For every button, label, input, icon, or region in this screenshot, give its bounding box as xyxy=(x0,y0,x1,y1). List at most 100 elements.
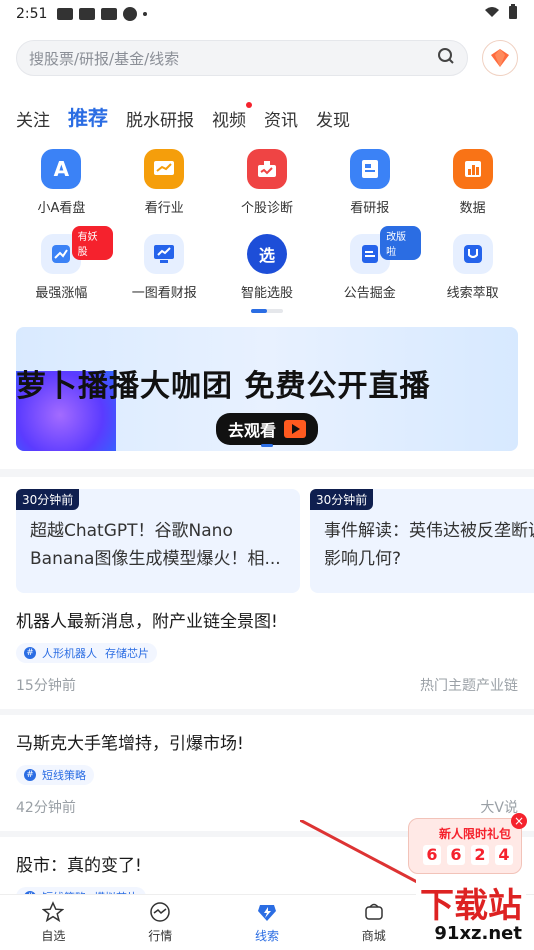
countdown: 6 6 2 4 xyxy=(423,845,513,865)
nav-label: 商城 xyxy=(361,929,386,943)
banner-pager xyxy=(261,444,273,447)
watch-button[interactable]: 去观看 xyxy=(216,413,319,445)
search-input[interactable]: 搜股票/研报/基金/线索 xyxy=(16,40,468,76)
card-text: 超越ChatGPT！谷歌Nano Banana图像生成模型爆火！相... xyxy=(30,521,281,569)
tab-recommend[interactable]: 推荐 xyxy=(68,102,108,131)
shortcut-label: 看研报 xyxy=(350,201,390,216)
star-icon xyxy=(42,901,65,923)
message-icon xyxy=(79,8,96,20)
watermark-en: 91xz.net xyxy=(430,923,526,944)
shortcut-label: 最强涨幅 xyxy=(35,286,88,301)
item-time: 15分钟前 xyxy=(16,678,76,694)
nav-mall[interactable]: 商城 xyxy=(320,895,427,950)
compass-icon xyxy=(123,7,138,21)
message-icon xyxy=(57,8,74,20)
tab-follow[interactable]: 关注 xyxy=(16,106,50,131)
site-watermark: 下载站 91xz.net xyxy=(416,878,526,944)
section-divider xyxy=(0,469,534,477)
gift-label: 新人限时礼包 xyxy=(438,827,511,841)
topic-tag[interactable]: # 短线策略 xyxy=(16,765,94,785)
pager-bar xyxy=(251,309,283,313)
diamond-icon xyxy=(491,49,509,67)
top-tabs: 关注 推荐 脱水研报 视频 资讯 发现 xyxy=(0,76,534,131)
item-meta: 42分钟前 大V说 xyxy=(16,797,518,817)
watch-label: 去观看 xyxy=(228,421,277,440)
briefcase-icon xyxy=(246,149,287,189)
tab-news[interactable]: 资讯 xyxy=(264,106,298,131)
letter-a-icon: A xyxy=(41,149,82,189)
shortcut-announcements[interactable]: 改版啦 公告掘金 xyxy=(318,226,422,301)
shortcut-report[interactable]: 看研报 xyxy=(318,149,421,216)
shortcut-grid: A 小A看盘 看行业 个股诊断 看研报 数据 有妖股 最强涨幅 一图看财报 选 … xyxy=(0,131,534,301)
shortcut-label: 看行业 xyxy=(144,201,184,216)
shortcut-financials[interactable]: 一图看财报 xyxy=(113,234,216,301)
card-time: 30分钟前 xyxy=(16,489,80,510)
avatar[interactable] xyxy=(482,40,518,76)
nav-watchlist[interactable]: 自选 xyxy=(0,895,107,950)
bar-chart-icon xyxy=(452,149,493,189)
shortcut-label: 小A看盘 xyxy=(37,201,86,216)
item-title: 机器人最新消息，附产业链全景图! xyxy=(16,612,278,632)
shortcut-top-gainers[interactable]: 有妖股 最强涨幅 xyxy=(10,226,113,301)
tag-row: # 短线策略 xyxy=(16,762,518,785)
card-time: 30分钟前 xyxy=(310,489,374,510)
shortcut-stock-picker[interactable]: 选 智能选股 xyxy=(216,234,319,301)
nav-label: 行情 xyxy=(148,929,173,943)
tab-video[interactable]: 视频 xyxy=(212,102,252,131)
countdown-digit: 2 xyxy=(471,845,489,865)
monitor-icon xyxy=(144,234,185,274)
badge: 有妖股 xyxy=(71,226,113,260)
badge: 改版啦 xyxy=(380,226,422,260)
cart-icon xyxy=(363,901,385,923)
tag-label: 存储芯片 xyxy=(105,647,149,660)
shortcut-label: 公告掘金 xyxy=(343,286,396,301)
tab-video-label: 视频 xyxy=(212,111,246,131)
select-icon: 选 xyxy=(246,234,287,274)
item-title: 马斯克大手笔增持，引爆市场! xyxy=(16,734,244,754)
gift-widget[interactable]: × 新人限时礼包 6 6 2 4 xyxy=(408,813,527,874)
shortcut-diagnose[interactable]: 个股诊断 xyxy=(216,149,319,216)
magnet-icon xyxy=(452,234,493,274)
countdown-digit: 6 xyxy=(447,845,465,865)
tab-discover[interactable]: 发现 xyxy=(316,106,350,131)
status-time: 2:51 xyxy=(16,6,48,22)
status-right-icons xyxy=(484,4,518,24)
news-card[interactable]: 30分钟前 事件解读：英伟达被反垄断调查，影响几何? xyxy=(310,489,534,593)
promo-banner[interactable]: 萝卜播播大咖团 免费公开直播 去观看 xyxy=(16,327,518,451)
topic-tag[interactable]: # 人形机器人 存储芯片 xyxy=(16,643,157,663)
shortcut-label: 数据 xyxy=(459,201,486,216)
shortcut-label: 一图看财报 xyxy=(131,286,197,301)
shortcut-data[interactable]: 数据 xyxy=(421,149,524,216)
tab-research[interactable]: 脱水研报 xyxy=(126,106,194,131)
document-icon xyxy=(349,149,390,189)
feed-item[interactable]: 马斯克大手笔增持，引爆市场! # 短线策略 42分钟前 大V说 xyxy=(0,715,534,831)
close-icon[interactable]: × xyxy=(511,813,527,829)
news-cards: 30分钟前 超越ChatGPT！谷歌Nano Banana图像生成模型爆火！相.… xyxy=(0,477,534,593)
item-source: 大V说 xyxy=(480,800,518,816)
shortcut-xiaoa[interactable]: A 小A看盘 xyxy=(10,149,113,216)
tag-label: 人形机器人 xyxy=(42,647,97,660)
shortcut-label: 智能选股 xyxy=(240,286,293,301)
item-time: 42分钟前 xyxy=(16,800,76,816)
nav-clues[interactable]: 线索 xyxy=(214,895,321,950)
status-bar: 2:51 xyxy=(0,0,534,28)
countdown-digit: 6 xyxy=(423,845,441,865)
shortcut-clues[interactable]: 线索萃取 xyxy=(421,234,524,301)
search-icon[interactable] xyxy=(437,47,455,69)
tag-row: # 人形机器人 存储芯片 xyxy=(16,640,518,663)
shortcut-industry[interactable]: 看行业 xyxy=(113,149,216,216)
play-icon xyxy=(284,420,307,438)
shortcut-label: 个股诊断 xyxy=(240,201,293,216)
shortcut-label: 线索萃取 xyxy=(446,286,499,301)
dot-icon xyxy=(143,12,148,16)
grid-pager xyxy=(0,301,534,313)
feed-item[interactable]: 机器人最新消息，附产业链全景图! # 人形机器人 存储芯片 15分钟前 热门主题… xyxy=(0,593,534,709)
banner-title: 萝卜播播大咖团 免费公开直播 xyxy=(16,369,431,404)
news-card[interactable]: 30分钟前 超越ChatGPT！谷歌Nano Banana图像生成模型爆火！相.… xyxy=(16,489,300,593)
nav-market[interactable]: 行情 xyxy=(107,895,214,950)
search-placeholder: 搜股票/研报/基金/线索 xyxy=(29,49,180,68)
hash-icon: # xyxy=(24,647,36,659)
countdown-digit: 4 xyxy=(495,845,513,865)
notification-dot xyxy=(246,102,252,108)
nav-label: 自选 xyxy=(41,929,66,943)
